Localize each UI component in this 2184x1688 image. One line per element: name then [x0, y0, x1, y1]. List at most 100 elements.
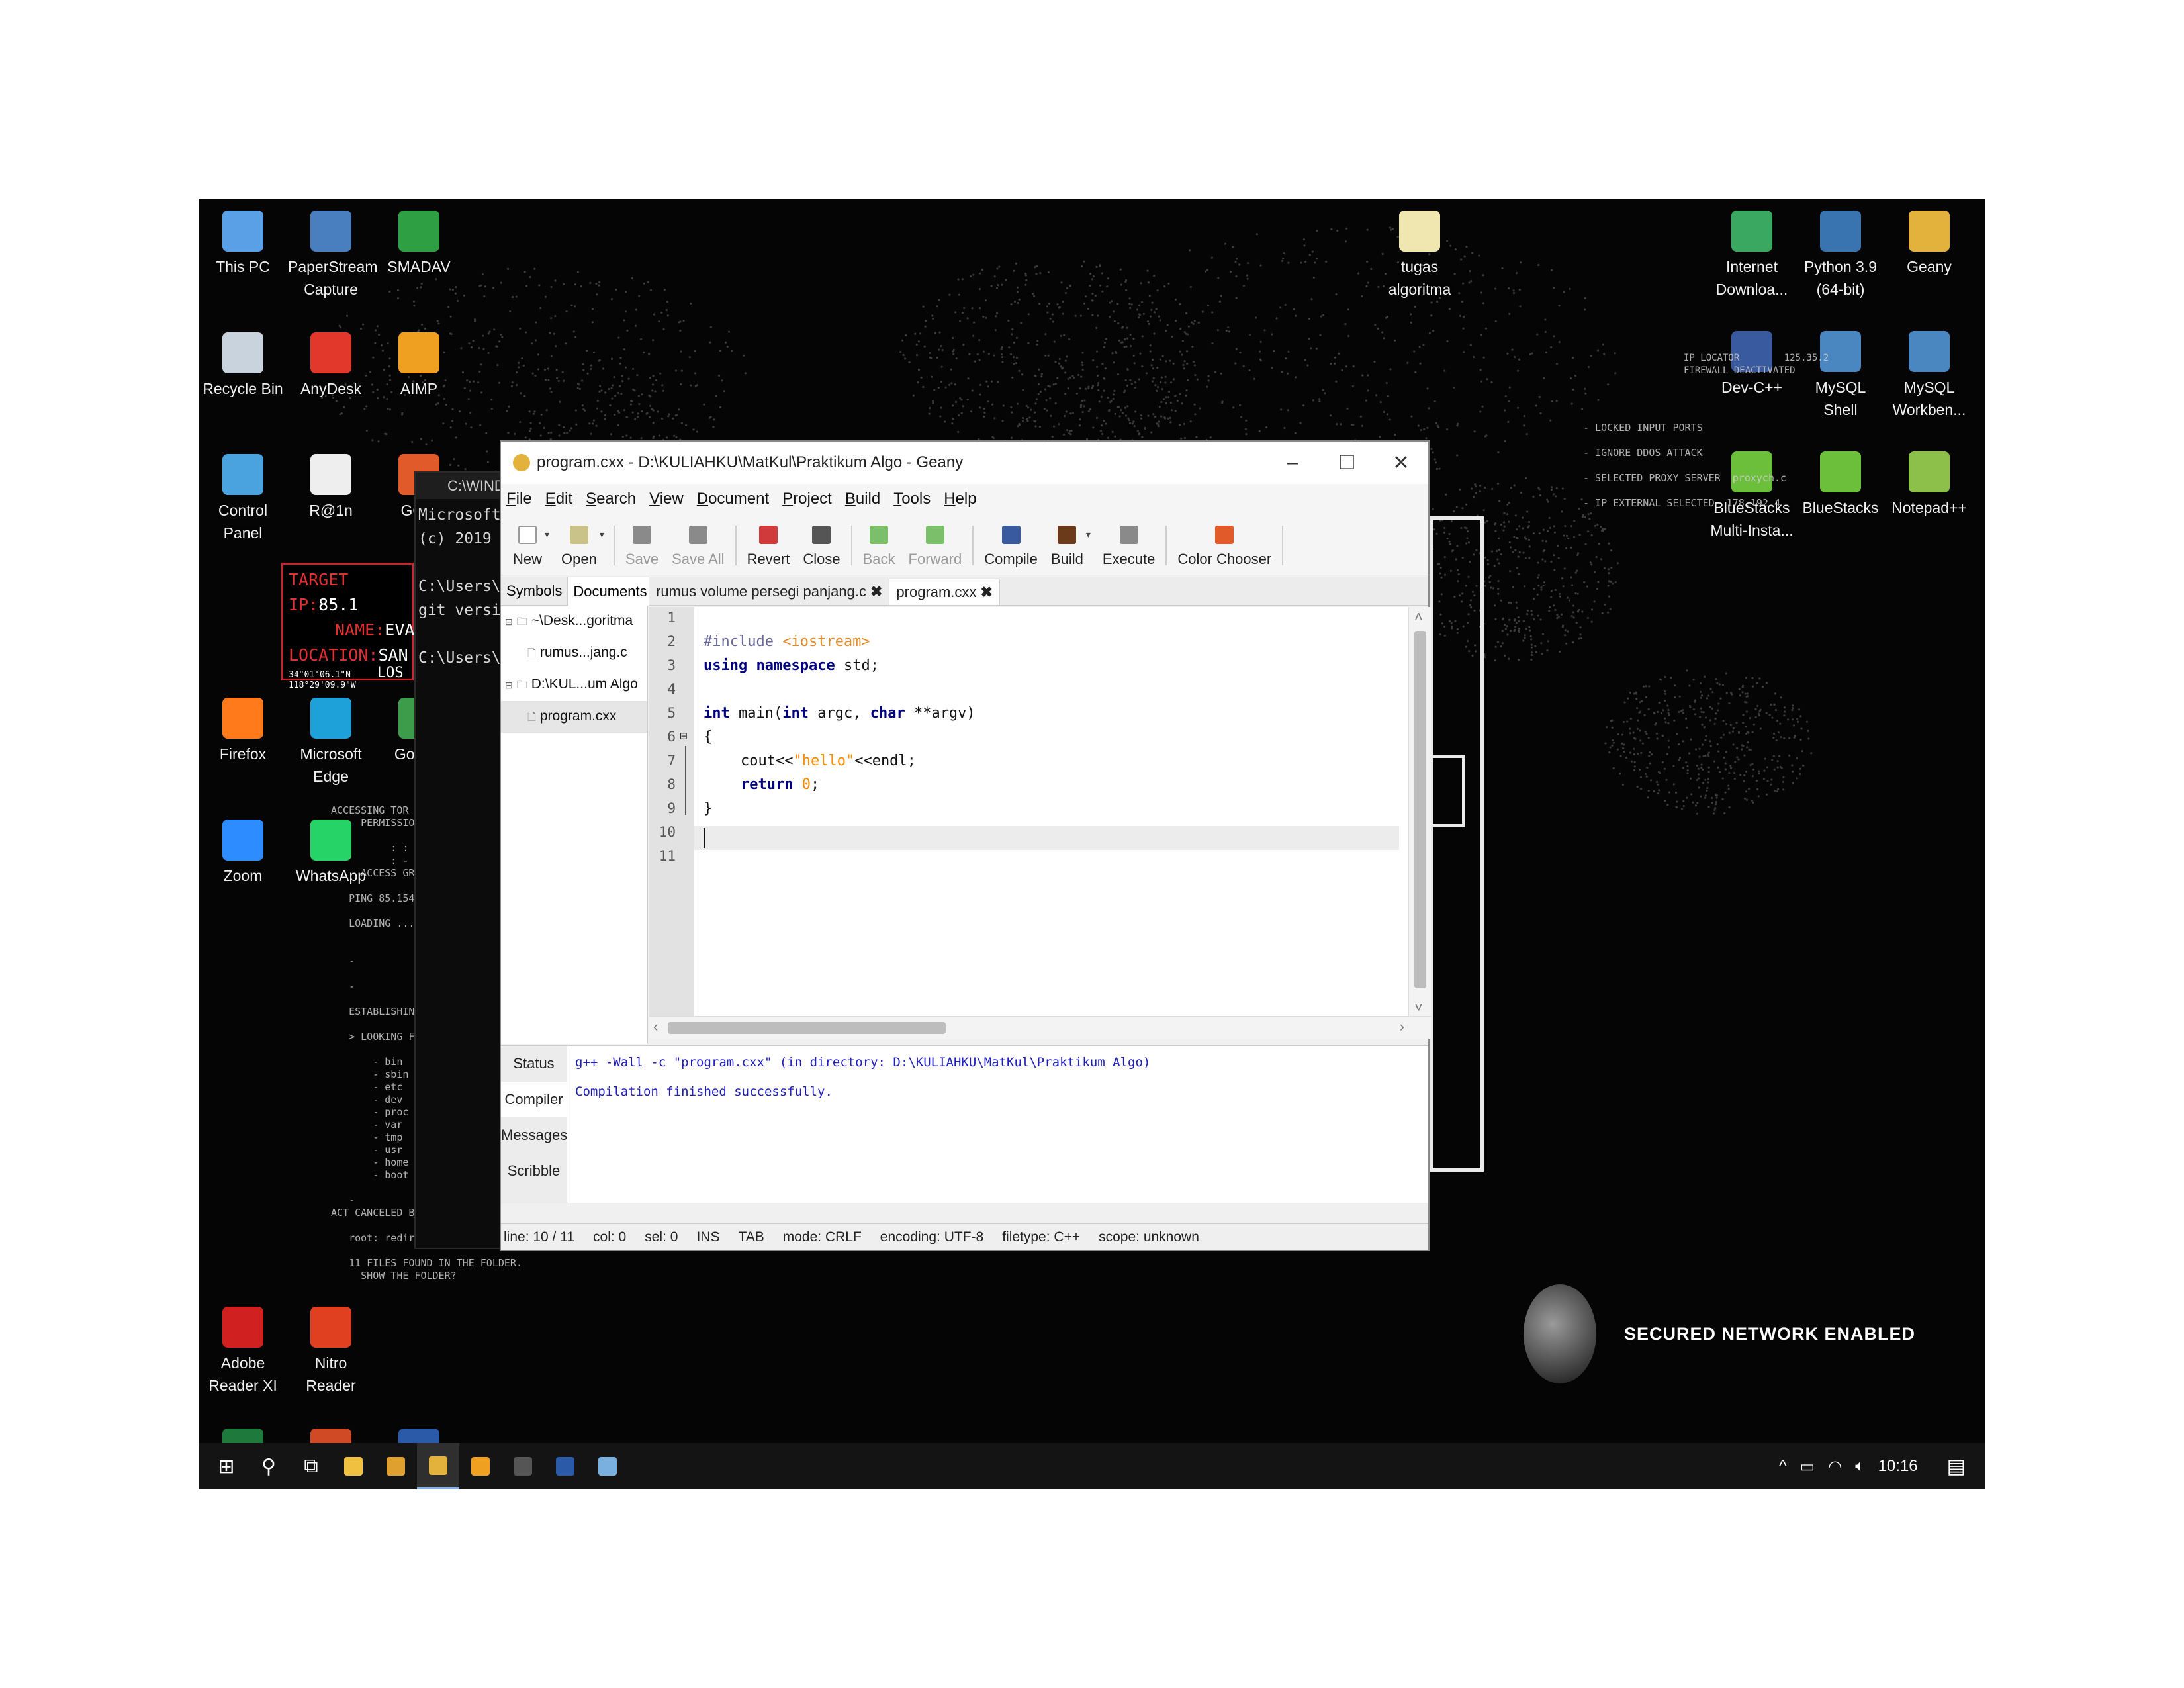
- desktop-icon-notepadpp[interactable]: Notepad++: [1886, 451, 1972, 519]
- desktop-icon-anydesk[interactable]: AnyDesk: [288, 332, 374, 400]
- close-tab-icon[interactable]: ✖: [980, 584, 992, 600]
- chrome-button[interactable]: [375, 1443, 417, 1489]
- desktop-icon-zoom[interactable]: Zoom: [200, 820, 286, 887]
- tab-messages[interactable]: Messages: [501, 1117, 567, 1153]
- desktop-icon-geany[interactable]: Geany: [1886, 211, 1972, 278]
- fold-marker-icon[interactable]: ⊟: [680, 729, 687, 743]
- desktop-icon-label: MySQL Workben...: [1892, 379, 1966, 418]
- tab-scribble[interactable]: Scribble: [501, 1153, 567, 1189]
- doc-tab-label: rumus volume persegi panjang.c: [656, 583, 866, 600]
- battery-icon[interactable]: ▭: [1800, 1457, 1815, 1476]
- menu-file[interactable]: File: [506, 490, 532, 508]
- desktop-icon-label: Adobe Reader XI: [208, 1354, 277, 1394]
- collapse-icon[interactable]: ⊟: [505, 680, 513, 690]
- notifications-icon[interactable]: ▤: [1947, 1455, 1966, 1478]
- word-button[interactable]: [544, 1443, 586, 1489]
- new-button[interactable]: New: [506, 526, 549, 575]
- revert-button[interactable]: Revert: [741, 526, 797, 575]
- desktop-icon-mysql-workbench[interactable]: MySQL Workben...: [1886, 331, 1972, 421]
- status-scope: scope: unknown: [1099, 1229, 1199, 1244]
- save-button[interactable]: Save: [619, 526, 665, 575]
- desktop-icon-adobe-reader[interactable]: Adobe Reader XI: [200, 1307, 286, 1397]
- tray-chevron-icon[interactable]: ^: [1779, 1457, 1786, 1476]
- maximize-button[interactable]: ☐: [1320, 451, 1374, 475]
- tree-item[interactable]: ⊟ 🗀︎ D:\KUL...um Algo: [501, 669, 647, 701]
- desktop-icon-firefox[interactable]: Firefox: [200, 698, 286, 765]
- minimize-button[interactable]: –: [1265, 451, 1320, 474]
- wifi-icon[interactable]: ◠: [1828, 1457, 1842, 1476]
- close-tab-icon[interactable]: ✖: [870, 583, 882, 600]
- geany-titlebar[interactable]: program.cxx - D:\KULIAHKU\MatKul\Praktik…: [501, 442, 1428, 484]
- color-chooser-button[interactable]: Color Chooser: [1171, 526, 1278, 575]
- collapse-icon[interactable]: ⊟: [505, 616, 513, 627]
- dropdown-arrow-icon[interactable]: ▾: [1086, 529, 1091, 575]
- scroll-up-icon[interactable]: ˄: [1414, 608, 1423, 626]
- toolbar-separator: [1165, 526, 1167, 565]
- search-button[interactable]: ⚲: [248, 1443, 290, 1489]
- desktop-icon-edge[interactable]: Microsoft Edge: [288, 698, 374, 788]
- back-button[interactable]: Back: [856, 526, 902, 575]
- menu-project[interactable]: Project: [782, 490, 832, 508]
- menu-search[interactable]: Search: [586, 490, 636, 508]
- start-button[interactable]: ⊞: [205, 1443, 248, 1489]
- dropdown-arrow-icon[interactable]: ▾: [600, 529, 604, 575]
- code-editor[interactable]: 1 2 3 4 5 6 7 8 9 10 11 ⊟ #include <iostream> using…: [649, 607, 1431, 1039]
- desktop-icon-idm[interactable]: Internet Downloa...: [1709, 211, 1795, 301]
- vertical-scroll-thumb[interactable]: [1414, 631, 1426, 988]
- desktop-icon-recycle-bin[interactable]: Recycle Bin: [200, 332, 286, 400]
- desktop-icon-control-panel[interactable]: Control Panel: [200, 454, 286, 544]
- menu-edit[interactable]: Edit: [545, 490, 572, 508]
- build-button[interactable]: Build: [1044, 526, 1090, 575]
- tree-item[interactable]: 🗋︎ rumus...jang.c: [501, 637, 647, 669]
- git-button[interactable]: [459, 1443, 502, 1489]
- task-view-button[interactable]: ⧉: [290, 1443, 332, 1489]
- open-button[interactable]: Open: [555, 526, 604, 575]
- execute-button[interactable]: Execute: [1096, 526, 1162, 575]
- desktop-icon-smadav[interactable]: SMADAV: [376, 211, 462, 278]
- desktop-icon-python[interactable]: Python 3.9 (64-bit): [1797, 211, 1884, 301]
- compile-button[interactable]: Compile: [978, 526, 1044, 575]
- tab-status[interactable]: Status: [501, 1046, 567, 1082]
- close-window-button[interactable]: ✕: [1374, 451, 1428, 475]
- file-explorer-button[interactable]: [332, 1443, 375, 1489]
- menu-view[interactable]: View: [649, 490, 684, 508]
- doc-tab-rumus[interactable]: rumus volume persegi panjang.c ✖: [649, 579, 889, 605]
- volume-icon[interactable]: 🔈︎: [1855, 1457, 1864, 1476]
- desktop-icon-computer[interactable]: This PC: [200, 211, 286, 278]
- desktop-icon-bluestacks[interactable]: BlueStacks: [1797, 451, 1884, 519]
- geany-window[interactable]: program.cxx - D:\KULIAHKU\MatKul\Praktik…: [500, 440, 1431, 1251]
- geany-button[interactable]: [417, 1443, 459, 1489]
- tree-item[interactable]: ⊟ 🗀︎ ~\Desk...goritma: [501, 606, 647, 637]
- toolbar-label: Save All: [672, 551, 725, 567]
- vertical-scrollbar[interactable]: ˄ ˅: [1408, 607, 1431, 1017]
- tab-compiler[interactable]: Compiler: [501, 1082, 567, 1117]
- desktop-icon-aimp[interactable]: AIMP: [376, 332, 462, 400]
- close-button[interactable]: Close: [796, 526, 846, 575]
- desktop-icon-scanner[interactable]: PaperStream Capture: [288, 211, 378, 301]
- menu-build[interactable]: Build: [845, 490, 880, 508]
- menu-document[interactable]: Document: [697, 490, 769, 508]
- execute-gears-icon: [1119, 526, 1138, 544]
- tab-documents[interactable]: Documents: [567, 576, 653, 606]
- forward-button[interactable]: Forward: [902, 526, 969, 575]
- horizontal-scroll-thumb[interactable]: [668, 1022, 946, 1034]
- desktop-icon-nitro[interactable]: Nitro Reader: [288, 1307, 374, 1397]
- scroll-left-icon[interactable]: ‹: [653, 1018, 658, 1035]
- desktop-icon-file[interactable]: R@1n: [288, 454, 374, 522]
- scroll-down-icon[interactable]: ˅: [1414, 999, 1423, 1016]
- tab-symbols[interactable]: Symbols: [501, 583, 567, 600]
- desktop-icon-folder[interactable]: tugas algoritma: [1377, 211, 1463, 301]
- desktop-icon-label: Python 3.9 (64-bit): [1804, 258, 1877, 298]
- menu-help[interactable]: Help: [944, 490, 976, 508]
- menu-tools[interactable]: Tools: [893, 490, 931, 508]
- clock[interactable]: 10:16: [1878, 1457, 1918, 1476]
- tree-item[interactable]: 🗋︎ program.cxx: [501, 701, 647, 733]
- horizontal-scrollbar[interactable]: ‹ ›: [649, 1016, 1431, 1039]
- terminal-button[interactable]: [502, 1443, 544, 1489]
- dropdown-arrow-icon[interactable]: ▾: [545, 529, 549, 575]
- save-all-button[interactable]: Save All: [665, 526, 731, 575]
- doc-tab-program[interactable]: program.cxx ✖: [889, 579, 1000, 605]
- scroll-right-icon[interactable]: ›: [1400, 1018, 1404, 1035]
- line-number: 4: [667, 681, 676, 697]
- app-button[interactable]: [586, 1443, 629, 1489]
